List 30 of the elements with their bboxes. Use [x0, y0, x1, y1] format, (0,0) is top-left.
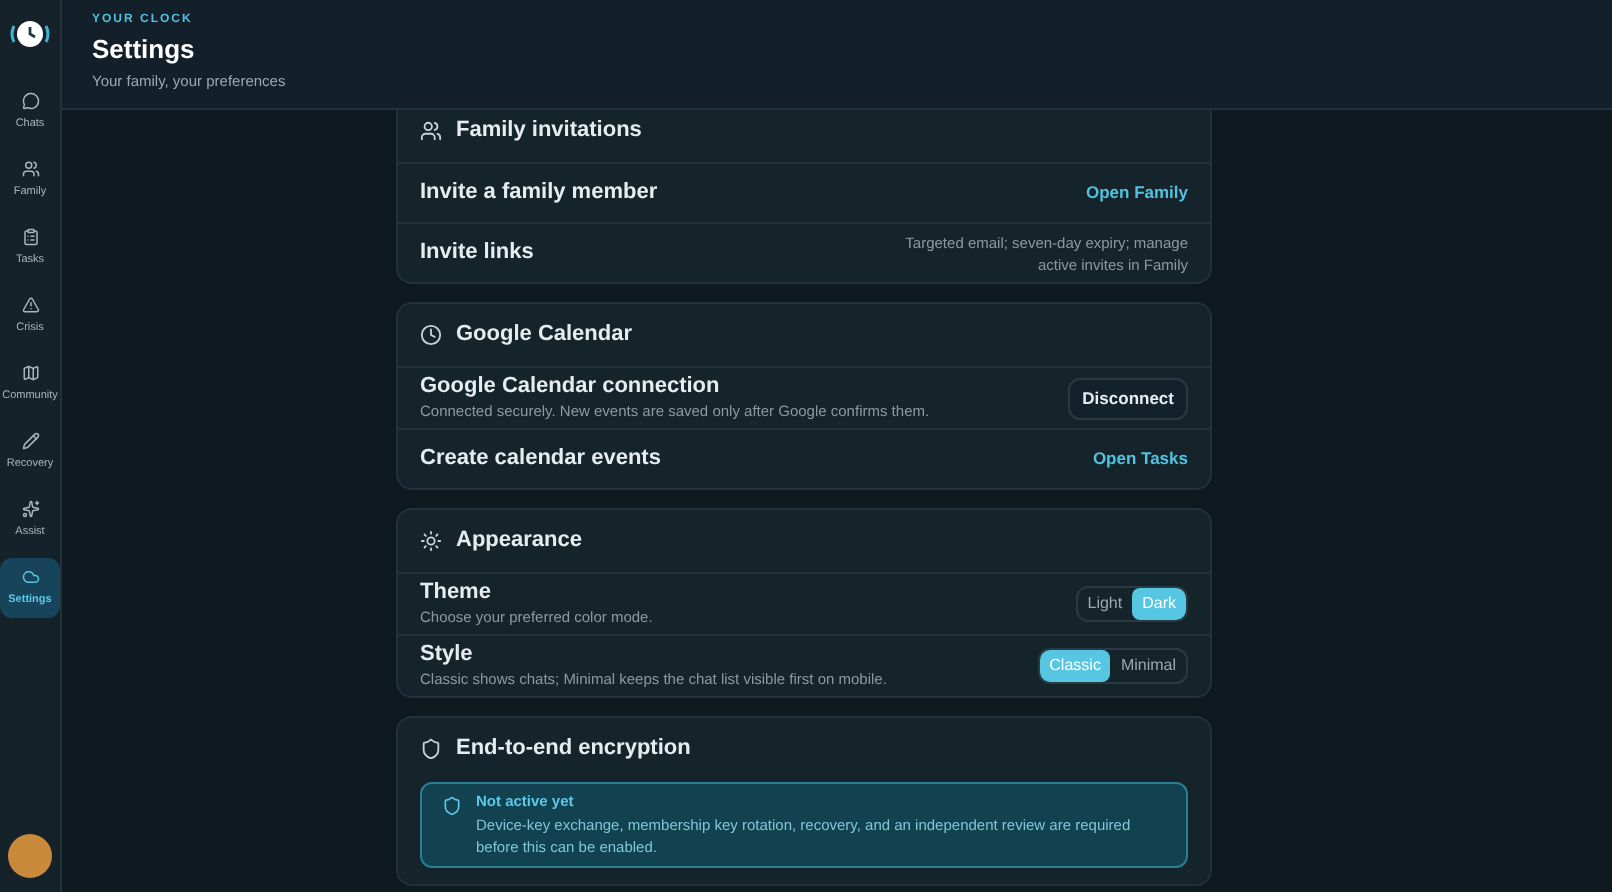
segment-option[interactable]: Minimal — [1110, 650, 1186, 682]
clipboard-icon — [21, 227, 39, 246]
people-icon — [21, 159, 39, 178]
pencil-icon — [21, 431, 39, 450]
warning-icon — [21, 295, 39, 314]
map-icon — [21, 363, 39, 382]
cloud-icon — [21, 567, 39, 586]
page-title: Settings — [92, 34, 197, 66]
clock-icon — [420, 324, 442, 346]
people-icon — [420, 120, 442, 142]
open-link[interactable]: Open Tasks — [1092, 446, 1188, 472]
open-link[interactable]: Open Family — [1085, 180, 1188, 206]
setting-label: Invite links — [420, 240, 534, 266]
setting-label: Theme — [420, 580, 493, 606]
avatar — [8, 834, 52, 878]
shield-icon — [420, 738, 442, 760]
shield-icon — [442, 796, 462, 816]
card-title: Family invitations — [456, 118, 642, 144]
setting-label: Create calendar events — [420, 446, 661, 472]
disconnect-button[interactable]: Disconnect — [1068, 377, 1188, 419]
setting-label: Google Calendar connection — [420, 374, 722, 400]
segment-option[interactable]: Light — [1077, 588, 1133, 620]
setting-label: Invite a family member — [420, 180, 658, 206]
chat-bubble-icon — [21, 91, 39, 110]
sparkle-icon — [21, 499, 39, 518]
setting-label: Style — [420, 642, 475, 668]
sun-icon — [420, 530, 442, 552]
card-title: Google Calendar — [456, 322, 633, 348]
card-title: End-to-end encryption — [456, 736, 691, 762]
card-title: Appearance — [456, 528, 582, 554]
